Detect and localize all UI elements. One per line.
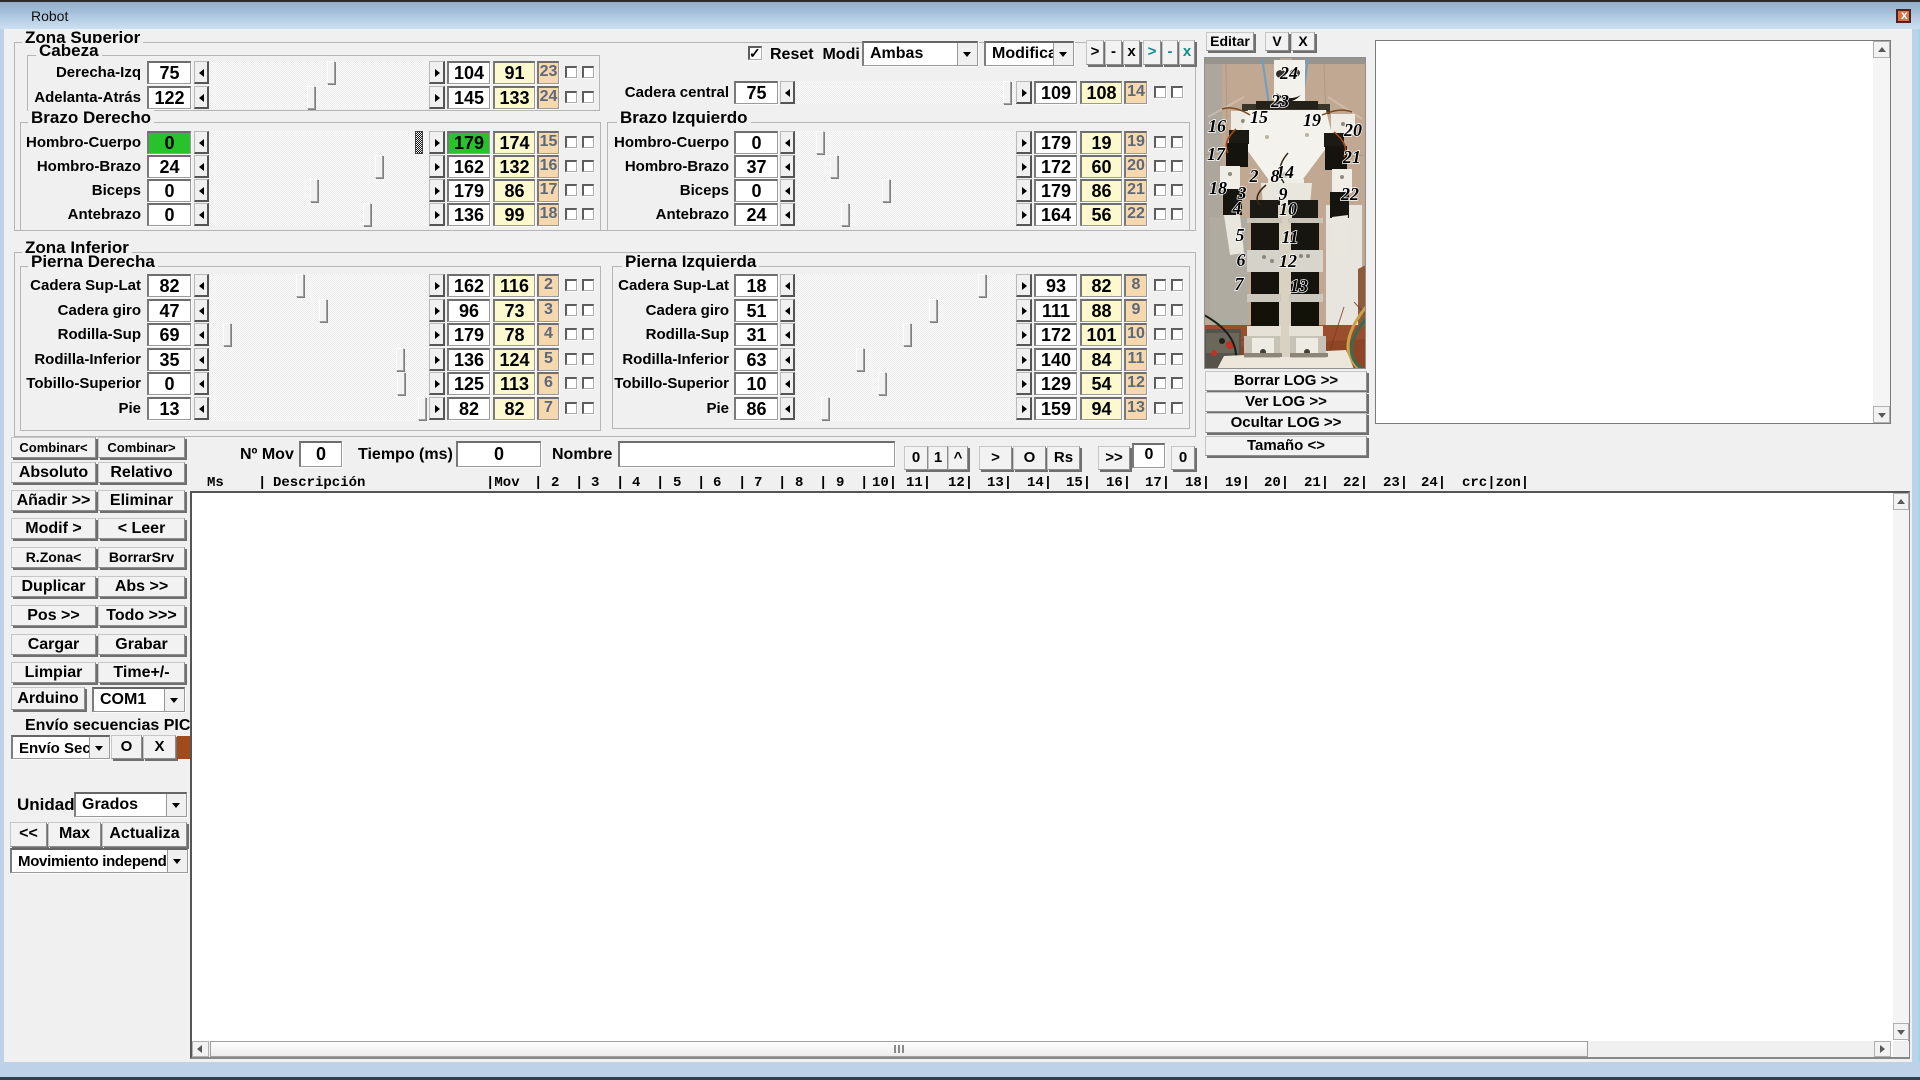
svg-text:20: 20: [1343, 120, 1362, 140]
svg-text:17: 17: [1207, 144, 1226, 164]
svg-text:12: 12: [1279, 251, 1297, 271]
svg-text:10: 10: [1279, 199, 1297, 219]
svg-text:5: 5: [1236, 225, 1245, 245]
svg-text:8: 8: [1271, 166, 1280, 186]
svg-text:4: 4: [1232, 198, 1242, 218]
svg-text:16: 16: [1208, 116, 1226, 136]
svg-text:19: 19: [1303, 110, 1321, 130]
svg-text:7: 7: [1235, 274, 1245, 294]
svg-text:22: 22: [1340, 184, 1359, 204]
svg-text:15: 15: [1250, 107, 1268, 127]
svg-text:18: 18: [1209, 178, 1227, 198]
svg-text:13: 13: [1290, 276, 1308, 296]
svg-text:23: 23: [1270, 91, 1289, 111]
svg-text:21: 21: [1342, 147, 1361, 167]
svg-text:2: 2: [1249, 166, 1259, 186]
svg-text:24: 24: [1279, 63, 1298, 83]
svg-text:6: 6: [1237, 250, 1246, 270]
svg-text:11: 11: [1281, 227, 1298, 247]
